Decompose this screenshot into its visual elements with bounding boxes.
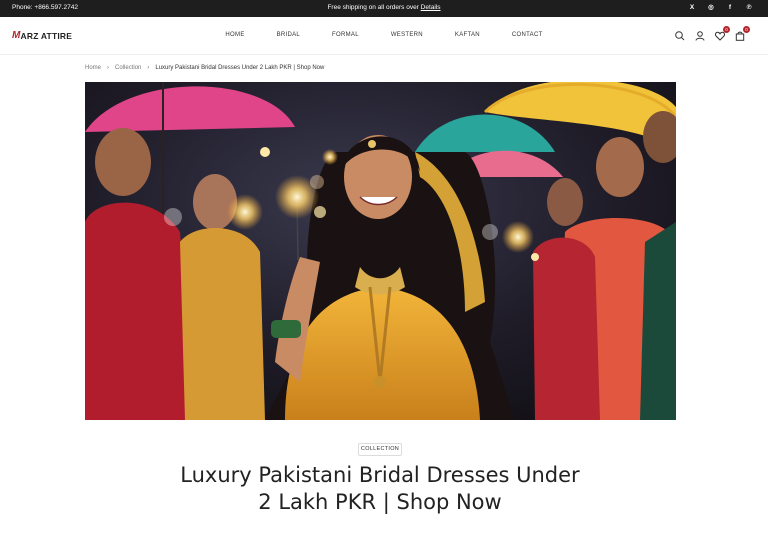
- cart-count-badge: 0: [743, 26, 750, 33]
- account-icon[interactable]: [694, 29, 706, 41]
- page-title: Luxury Pakistani Bridal Dresses Under 2 …: [180, 463, 580, 514]
- promo-message: Free shipping on all orders over Details: [0, 4, 768, 11]
- breadcrumb-collection[interactable]: Collection: [115, 65, 141, 71]
- breadcrumb-home[interactable]: Home: [85, 65, 101, 71]
- wishlist-count-badge: 0: [723, 26, 730, 33]
- site-header: M ARZ ATTIRE HOME BRIDAL FORMAL WESTERN …: [0, 17, 768, 55]
- nav-item-western[interactable]: WESTERN: [391, 32, 423, 38]
- search-icon[interactable]: [674, 29, 686, 41]
- facebook-icon[interactable]: f: [725, 3, 735, 13]
- nav-item-formal[interactable]: FORMAL: [332, 32, 359, 38]
- x-twitter-icon[interactable]: X: [687, 3, 697, 13]
- wishlist-icon[interactable]: 0: [714, 26, 730, 41]
- nav-item-contact[interactable]: CONTACT: [512, 32, 543, 38]
- promo-details-link[interactable]: Details: [421, 4, 441, 11]
- chevron-right-icon: ›: [107, 65, 110, 71]
- breadcrumb: Home › Collection › Luxury Pakistani Bri…: [85, 65, 324, 71]
- header-actions: 0 0: [674, 26, 750, 41]
- nav-item-bridal[interactable]: BRIDAL: [277, 32, 300, 38]
- promo-text: Free shipping on all orders over: [327, 4, 419, 11]
- pinterest-icon[interactable]: ℗: [744, 3, 754, 13]
- breadcrumb-current: Luxury Pakistani Bridal Dresses Under 2 …: [155, 65, 325, 71]
- instagram-icon[interactable]: ◎: [706, 3, 716, 13]
- main-nav: HOME BRIDAL FORMAL WESTERN KAFTAN CONTAC…: [0, 32, 768, 38]
- cart-icon[interactable]: 0: [734, 26, 750, 41]
- category-tag[interactable]: COLLECTION: [358, 443, 402, 456]
- social-links: X ◎ f ℗: [687, 3, 754, 13]
- announcement-bar: Phone: +866.597.2742 Free shipping on al…: [0, 0, 768, 17]
- hero-image: [85, 82, 676, 420]
- nav-item-home[interactable]: HOME: [225, 32, 244, 38]
- nav-item-kaftan[interactable]: KAFTAN: [455, 32, 480, 38]
- chevron-right-icon: ›: [147, 65, 150, 71]
